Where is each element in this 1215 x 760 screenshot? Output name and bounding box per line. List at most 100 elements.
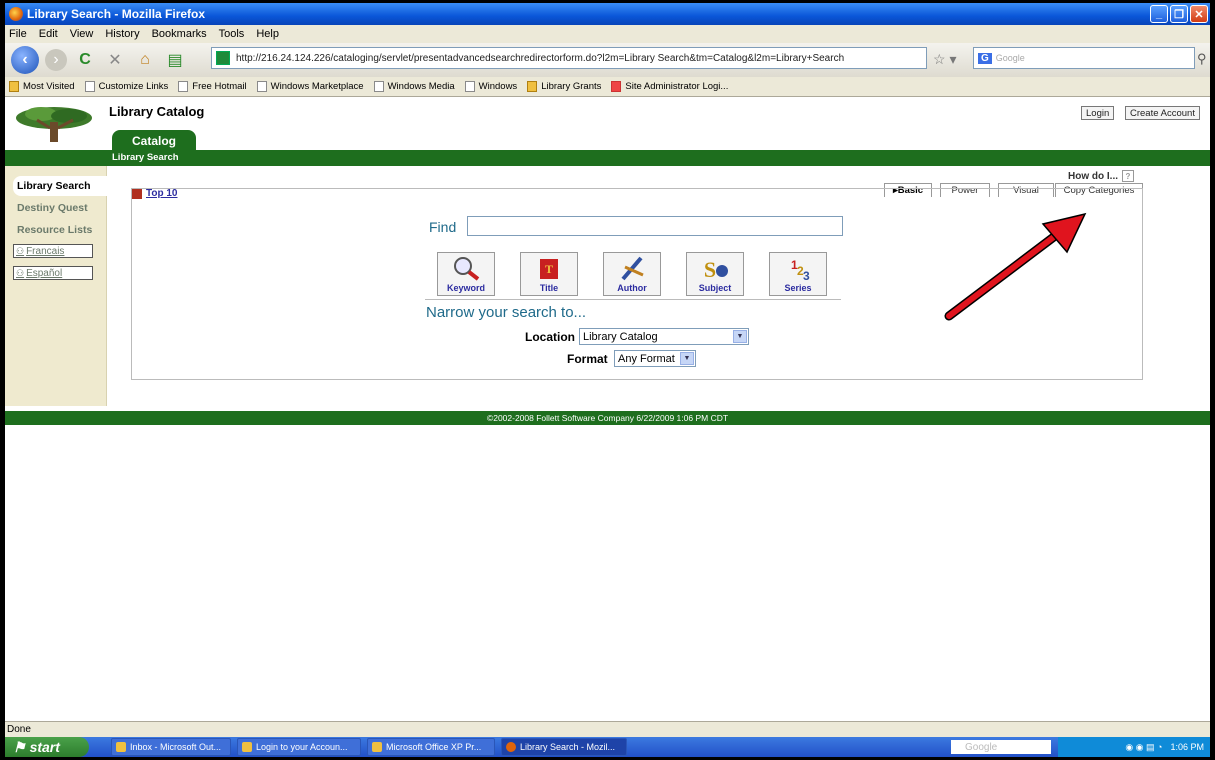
format-label: Format bbox=[567, 352, 608, 366]
menu-edit[interactable]: Edit bbox=[39, 28, 58, 40]
sidebar-item-library-search[interactable]: Library Search bbox=[13, 176, 107, 196]
bookmark-label: Windows bbox=[478, 81, 518, 92]
sidebar-item-resource-lists[interactable]: Resource Lists bbox=[17, 224, 92, 236]
address-bar[interactable]: http://216.24.124.226/cataloging/servlet… bbox=[211, 47, 927, 69]
breadcrumb[interactable]: Library Search bbox=[112, 152, 179, 163]
office-icon bbox=[372, 742, 382, 752]
format-select[interactable]: Any Format ▼ bbox=[614, 350, 696, 367]
page-icon bbox=[178, 81, 189, 92]
divider bbox=[425, 299, 841, 300]
breadcrumb-bar: Library Search bbox=[5, 150, 1210, 166]
search-icon[interactable]: ⚲ bbox=[1197, 51, 1207, 67]
title-search-button[interactable]: T Title bbox=[520, 252, 578, 296]
tab-catalog[interactable]: Catalog bbox=[112, 130, 196, 152]
menu-file[interactable]: File bbox=[9, 28, 27, 40]
how-do-i-label: How do I... bbox=[1068, 170, 1118, 182]
create-account-button[interactable]: Create Account bbox=[1125, 106, 1200, 120]
task-library-search[interactable]: Library Search - Mozil... bbox=[501, 738, 627, 756]
menu-bookmarks[interactable]: Bookmarks bbox=[152, 28, 207, 40]
subject-search-button[interactable]: S Subject bbox=[686, 252, 744, 296]
close-button[interactable]: ✕ bbox=[1190, 5, 1208, 23]
task-inbox[interactable]: Inbox - Microsoft Out... bbox=[111, 738, 231, 756]
location-select[interactable]: Library Catalog ▼ bbox=[579, 328, 749, 345]
find-label: Find bbox=[429, 219, 457, 235]
forward-button[interactable]: › bbox=[45, 49, 67, 71]
how-do-i-link[interactable]: How do I... ? bbox=[1068, 170, 1134, 182]
bookmark-windows-marketplace[interactable]: Windows Marketplace bbox=[256, 81, 364, 92]
location-label: Location bbox=[525, 330, 575, 344]
bookmark-star-icon[interactable]: ☆ ▾ bbox=[933, 51, 956, 68]
help-icon[interactable]: ? bbox=[1122, 170, 1134, 182]
keyword-label: Keyword bbox=[446, 283, 485, 293]
sidebar-item-destiny-quest[interactable]: Destiny Quest bbox=[17, 202, 88, 214]
back-button[interactable]: ‹ bbox=[11, 46, 39, 74]
bookmark-windows-media[interactable]: Windows Media bbox=[373, 81, 455, 92]
language-label: Francais bbox=[26, 245, 65, 257]
series-search-button[interactable]: 1 2 3 Series bbox=[769, 252, 827, 296]
series-label: Series bbox=[784, 283, 812, 293]
site-icon bbox=[216, 51, 230, 65]
taskbar-search-input[interactable]: Google bbox=[951, 740, 1051, 754]
menu-view[interactable]: View bbox=[70, 28, 94, 40]
clock: 1:06 PM bbox=[1170, 742, 1204, 752]
keyword-search-button[interactable]: Keyword bbox=[437, 252, 495, 296]
folder-icon bbox=[527, 81, 538, 92]
author-search-button[interactable]: Author bbox=[603, 252, 661, 296]
bookmark-label: Site Administrator Logi... bbox=[625, 81, 729, 92]
bookmark-label: Free Hotmail bbox=[192, 81, 247, 92]
tray-icons: ◉ ◉ ▤ ◔ bbox=[1125, 741, 1163, 752]
language-label: Español bbox=[26, 267, 63, 279]
menu-history[interactable]: History bbox=[105, 28, 139, 40]
minimize-button[interactable]: _ bbox=[1150, 5, 1168, 23]
bookmark-most-visited[interactable]: Most Visited bbox=[9, 81, 75, 92]
narrow-heading: Narrow your search to... bbox=[426, 304, 587, 321]
page-icon bbox=[256, 81, 267, 92]
windows-flag-icon: ⚑ bbox=[13, 738, 26, 755]
ie-icon bbox=[242, 742, 252, 752]
menu-help[interactable]: Help bbox=[256, 28, 279, 40]
search-input[interactable]: G Google bbox=[973, 47, 1195, 69]
menu-tools[interactable]: Tools bbox=[219, 28, 245, 40]
bookmark-site-admin[interactable]: Site Administrator Logi... bbox=[611, 81, 728, 92]
language-espanol-button[interactable]: ⚇ Español bbox=[13, 266, 93, 280]
subject-icon: S bbox=[704, 257, 728, 281]
stop-icon[interactable]: ✕ bbox=[103, 48, 127, 72]
page-icon[interactable]: ▤ bbox=[163, 48, 187, 72]
status-text: Done bbox=[7, 724, 31, 735]
maximize-button[interactable]: ❐ bbox=[1170, 5, 1188, 23]
address-url: http://216.24.124.226/cataloging/servlet… bbox=[236, 52, 845, 64]
chevron-down-icon: ▼ bbox=[733, 330, 747, 343]
pen-icon bbox=[621, 256, 644, 281]
navigation-toolbar: ‹ › C ✕ ⌂ ▤ http://216.24.124.226/catalo… bbox=[5, 43, 1210, 77]
chevron-down-icon: ▼ bbox=[680, 352, 694, 365]
page-content: Library Catalog Login Create Account Cat… bbox=[5, 98, 1210, 720]
task-login[interactable]: Login to your Accoun... bbox=[237, 738, 361, 756]
search-placeholder: Google bbox=[995, 53, 1025, 63]
task-office[interactable]: Microsoft Office XP Pr... bbox=[367, 738, 495, 756]
task-label: Login to your Accoun... bbox=[256, 742, 348, 752]
google-icon: G bbox=[978, 52, 992, 64]
author-label: Author bbox=[617, 283, 647, 293]
page-icon bbox=[464, 81, 475, 92]
bookmark-free-hotmail[interactable]: Free Hotmail bbox=[178, 81, 247, 92]
footer: ©2002-2008 Follett Software Company 6/22… bbox=[5, 411, 1210, 425]
start-button[interactable]: ⚑ start bbox=[5, 737, 89, 757]
home-icon[interactable]: ⌂ bbox=[133, 48, 157, 72]
bookmark-customize-links[interactable]: Customize Links bbox=[84, 81, 168, 92]
bookmark-library-grants[interactable]: Library Grants bbox=[527, 81, 601, 92]
window-title: Library Search - Mozilla Firefox bbox=[27, 7, 206, 21]
task-label: Microsoft Office XP Pr... bbox=[386, 742, 482, 752]
firefox-icon bbox=[9, 7, 23, 21]
bookmark-label: Library Grants bbox=[541, 81, 602, 92]
reload-icon[interactable]: C bbox=[73, 48, 97, 72]
bookmark-windows[interactable]: Windows bbox=[464, 81, 518, 92]
find-input[interactable] bbox=[467, 216, 843, 236]
window-controls: _ ❐ ✕ bbox=[1150, 5, 1208, 23]
task-label: Library Search - Mozil... bbox=[520, 742, 616, 752]
magnifier-icon bbox=[454, 257, 480, 281]
folder-icon bbox=[9, 81, 19, 92]
language-francais-button[interactable]: ⚇ Francais bbox=[13, 244, 93, 258]
location-value: Library Catalog bbox=[583, 330, 658, 343]
svg-text:T: T bbox=[545, 262, 553, 276]
login-button[interactable]: Login bbox=[1081, 106, 1115, 120]
